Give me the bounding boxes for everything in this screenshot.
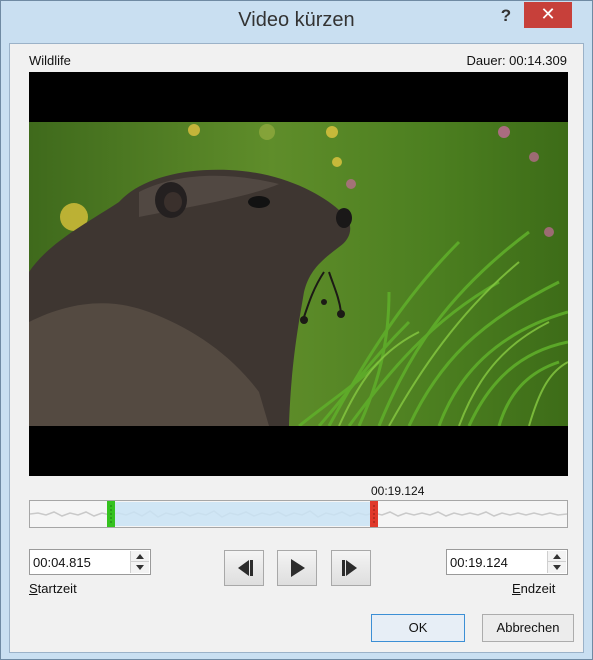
- start-time-label-text: tartzeit: [37, 581, 77, 596]
- video-frame-image: [29, 122, 568, 426]
- help-button[interactable]: ?: [493, 5, 519, 27]
- start-time-access-key: S: [29, 581, 38, 596]
- trim-timeline[interactable]: [29, 500, 568, 528]
- end-time-label-text: ndzeit: [520, 581, 556, 596]
- end-trim-handle[interactable]: [370, 501, 378, 527]
- ok-button[interactable]: OK: [371, 614, 465, 642]
- start-time-up-button[interactable]: [131, 551, 149, 562]
- title-bar[interactable]: Video kürzen ? ✕: [1, 1, 592, 41]
- end-time-label: Endzeit: [512, 581, 555, 596]
- start-time-spinner[interactable]: [29, 549, 151, 575]
- next-frame-button[interactable]: [331, 550, 371, 586]
- arrow-up-icon: [136, 554, 144, 559]
- close-button[interactable]: ✕: [524, 2, 572, 28]
- timeline-selection: [111, 502, 374, 526]
- previous-frame-button[interactable]: [224, 550, 264, 586]
- end-time-spinner[interactable]: [446, 549, 568, 575]
- arrow-down-icon: [553, 565, 561, 570]
- end-marker-time-label: 00:19.124: [371, 484, 425, 498]
- end-time-input[interactable]: [450, 553, 546, 571]
- start-time-input[interactable]: [33, 553, 129, 571]
- close-icon: ✕: [540, 4, 556, 24]
- video-preview[interactable]: [29, 72, 568, 476]
- step-back-icon: [238, 560, 253, 576]
- step-forward-icon: [342, 560, 357, 576]
- end-time-arrows: [547, 551, 566, 573]
- end-time-up-button[interactable]: [548, 551, 566, 562]
- arrow-up-icon: [553, 554, 561, 559]
- end-time-down-button[interactable]: [548, 562, 566, 573]
- cancel-button[interactable]: Abbrechen: [482, 614, 574, 642]
- dialog-content: Wildlife Dauer: 00:14.309 00:19.124 00:0…: [9, 43, 584, 653]
- start-time-down-button[interactable]: [131, 562, 149, 573]
- start-trim-handle[interactable]: [107, 501, 115, 527]
- video-name: Wildlife: [29, 53, 71, 68]
- end-time-access-key: E: [512, 581, 521, 596]
- play-button[interactable]: [277, 550, 317, 586]
- arrow-down-icon: [136, 565, 144, 570]
- duration-label: Dauer: 00:14.309: [466, 53, 567, 68]
- start-time-arrows: [130, 551, 149, 573]
- start-time-label: Startzeit: [29, 581, 77, 596]
- trim-video-dialog: Video kürzen ? ✕ Wildlife Dauer: 00:14.3…: [0, 0, 593, 660]
- play-icon: [291, 559, 305, 577]
